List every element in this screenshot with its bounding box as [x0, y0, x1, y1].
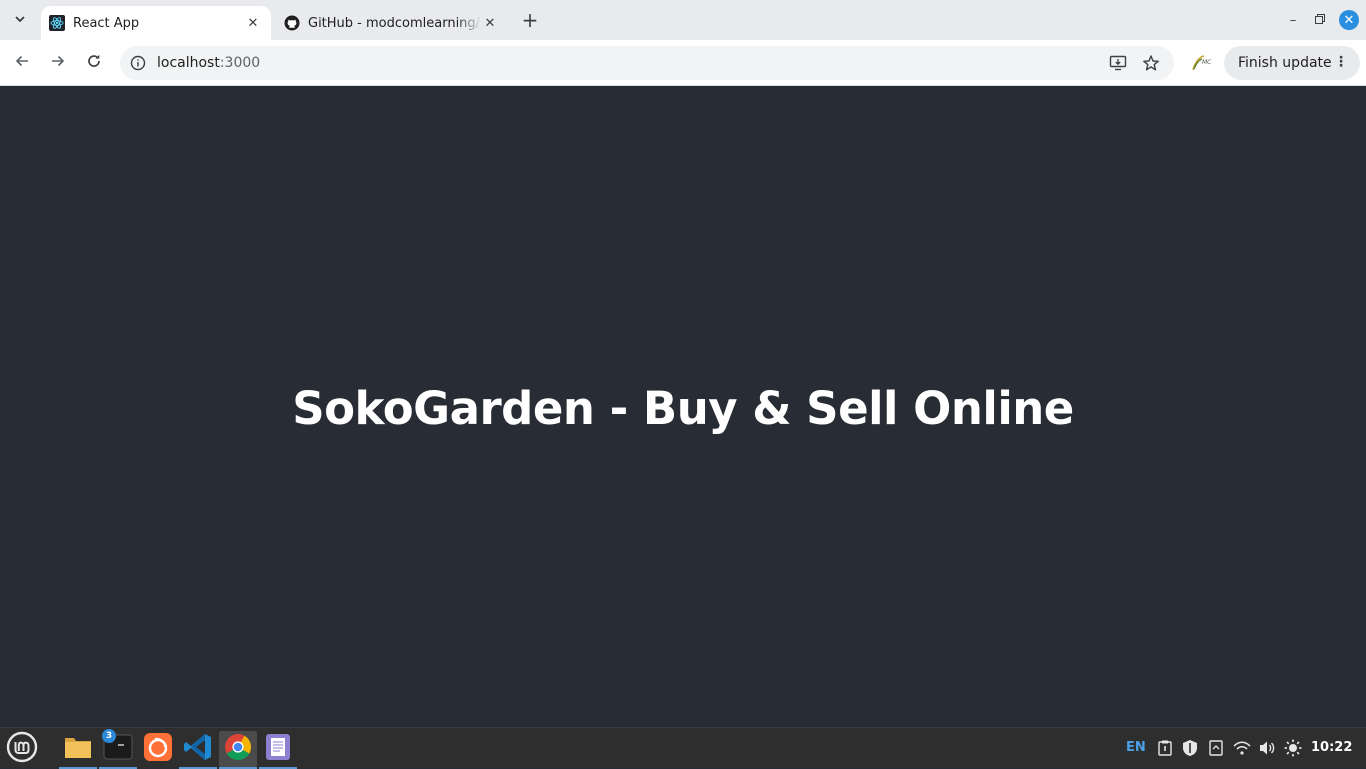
- menu-button[interactable]: [3, 731, 41, 767]
- vscode-icon: [183, 732, 213, 766]
- page-heading: SokoGarden - Buy & Sell Online: [292, 382, 1074, 435]
- update-label: Finish update: [1238, 55, 1332, 71]
- minimize-icon: –: [1289, 12, 1297, 28]
- firefox-icon: [143, 732, 173, 766]
- brightness-icon[interactable]: [1284, 739, 1302, 757]
- window-close-button[interactable]: ✕: [1339, 10, 1359, 30]
- tab-title: React App: [73, 15, 140, 31]
- taskbar-firefox[interactable]: [139, 731, 177, 767]
- update-manager-icon[interactable]: [1207, 739, 1225, 757]
- new-tab-button[interactable]: +: [518, 8, 542, 32]
- text-editor-icon: [264, 733, 292, 765]
- taskbar-chrome[interactable]: [219, 731, 257, 769]
- install-app-icon[interactable]: [1108, 53, 1128, 73]
- restore-icon: [1315, 13, 1325, 28]
- plus-icon: +: [521, 8, 539, 32]
- shield-icon[interactable]: [1181, 739, 1199, 757]
- reload-button[interactable]: [81, 50, 107, 76]
- restore-button[interactable]: [1308, 8, 1332, 32]
- close-icon[interactable]: ✕: [245, 15, 261, 31]
- taskbar-text-editor[interactable]: [259, 731, 297, 769]
- page-content: SokoGarden - Buy & Sell Online: [0, 86, 1366, 727]
- clock[interactable]: 10:22: [1311, 740, 1352, 755]
- close-icon[interactable]: ✕: [482, 15, 498, 31]
- taskbar-files[interactable]: [59, 731, 97, 769]
- close-icon: ✕: [1343, 12, 1355, 28]
- reload-icon: [86, 53, 102, 74]
- star-icon[interactable]: [1141, 53, 1161, 73]
- arrow-right-icon: [50, 53, 66, 74]
- mint-logo-icon: [6, 731, 38, 767]
- github-icon: [284, 15, 300, 31]
- taskbar: 3 EN 10:22: [0, 727, 1366, 769]
- site-info-icon[interactable]: [130, 55, 146, 71]
- react-icon: [49, 15, 65, 31]
- url-text[interactable]: localhost:3000: [157, 55, 260, 71]
- tab-react-app[interactable]: React App ✕: [41, 6, 271, 40]
- url-host: localhost: [157, 55, 220, 71]
- wifi-icon[interactable]: [1233, 739, 1251, 757]
- taskbar-vscode[interactable]: [179, 731, 217, 769]
- address-bar[interactable]: localhost:3000: [120, 46, 1174, 80]
- forward-button[interactable]: [45, 50, 71, 76]
- tab-github[interactable]: GitHub - modcomlearning/sokogarden ✕: [276, 6, 508, 40]
- terminal-badge: 3: [102, 729, 116, 743]
- chevron-down-icon: [14, 13, 26, 28]
- tab-strip: React App ✕ GitHub - modcomlearning/soko…: [0, 0, 1366, 40]
- svg-text:MC: MC: [1202, 59, 1212, 66]
- keyboard-language[interactable]: EN: [1126, 740, 1146, 755]
- clipboard-icon[interactable]: [1156, 739, 1174, 757]
- back-button[interactable]: [9, 50, 35, 76]
- browser-toolbar: localhost:3000 MC Finish update ⋮: [0, 40, 1366, 86]
- tab-search-button[interactable]: [8, 8, 32, 32]
- extension-icon[interactable]: MC: [1190, 53, 1212, 73]
- finish-update-button[interactable]: Finish update ⋮: [1224, 46, 1360, 80]
- more-menu-icon[interactable]: ⋮: [1334, 54, 1348, 70]
- arrow-left-icon: [14, 53, 30, 74]
- files-icon: [63, 733, 93, 765]
- tab-title: GitHub - modcomlearning/sokogarden: [308, 15, 482, 31]
- minimize-button[interactable]: –: [1281, 8, 1305, 32]
- volume-icon[interactable]: [1258, 739, 1276, 757]
- url-port: :3000: [219, 55, 261, 71]
- chrome-icon: [224, 733, 252, 765]
